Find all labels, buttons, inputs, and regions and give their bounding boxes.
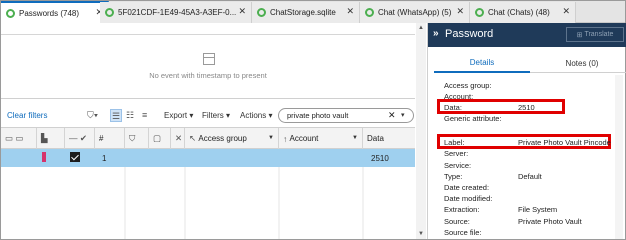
column-comment[interactable]: ▢ bbox=[149, 128, 171, 149]
column-bookmark[interactable]: ⛉ bbox=[125, 128, 149, 149]
prop-data-value: 2510 bbox=[518, 103, 535, 112]
column-checked[interactable]: — ✔ bbox=[65, 128, 95, 149]
tab-chat-whatsapp[interactable]: Chat (WhatsApp) (5) ✕ bbox=[360, 2, 470, 23]
column-account[interactable]: ↑ Account ▼ bbox=[279, 128, 363, 149]
close-icon[interactable]: ✕ bbox=[456, 6, 464, 17]
clear-filters-link[interactable]: Clear filters bbox=[7, 111, 47, 120]
details-tabs: Details Notes (0) bbox=[434, 53, 626, 73]
tab-label: Passwords (748) bbox=[19, 8, 80, 18]
search-input[interactable]: private photo vault ✕ ▾ bbox=[278, 108, 414, 123]
tag-filter-icon[interactable]: ⛉▾ bbox=[87, 109, 98, 122]
search-dropdown-icon[interactable]: ▾ bbox=[401, 111, 405, 119]
column-dropdown-icon[interactable]: ▼ bbox=[268, 135, 274, 141]
details-header: » Password ⊞ Translate bbox=[428, 23, 626, 47]
actions-menu[interactable]: Actions ▾ bbox=[240, 111, 272, 120]
tab-label: Chat (WhatsApp) (5) bbox=[378, 8, 452, 17]
clear-search-icon[interactable]: ✕ bbox=[388, 110, 396, 121]
details-title: Password bbox=[445, 28, 494, 40]
prop-date-created-label: Date created: bbox=[444, 183, 490, 192]
prop-extraction-label: Extraction: bbox=[444, 205, 480, 215]
search-value: private photo vault bbox=[287, 111, 349, 120]
column-folder-icons[interactable]: ▭ ▭ bbox=[1, 128, 37, 149]
status-circle-icon bbox=[257, 8, 266, 17]
prop-label-value: Private Photo Vault Pincode bbox=[518, 138, 611, 148]
prop-label-label: Label: bbox=[444, 138, 465, 148]
scroll-up-icon[interactable]: ▲ bbox=[418, 25, 424, 31]
tag-column-icon: ▙ bbox=[41, 133, 48, 143]
prop-server-label: Server: bbox=[444, 149, 469, 159]
close-icon[interactable]: ✕ bbox=[346, 6, 354, 17]
timeline-divider bbox=[1, 34, 415, 35]
details-scrollbar[interactable] bbox=[615, 75, 623, 239]
tag-icon: ⛉ bbox=[129, 133, 136, 143]
export-menu[interactable]: Export ▾ bbox=[164, 111, 193, 120]
arrow-icon: ↖ bbox=[189, 133, 197, 143]
properties-list: Access group: Account: Data: 2510 Generi… bbox=[434, 75, 624, 239]
prop-data-label: Data: bbox=[444, 103, 462, 112]
scroll-down-icon[interactable]: ▼ bbox=[418, 231, 424, 237]
prop-service-label: Service: bbox=[444, 160, 472, 170]
close-icon[interactable]: ✕ bbox=[562, 6, 570, 17]
tab-strip: Passwords (748) ✕ 5F021CDF-1E49-45A3-A3E… bbox=[1, 1, 625, 23]
properties-list-continued bbox=[434, 223, 624, 239]
row-checkbox[interactable] bbox=[70, 152, 80, 162]
prop-account-label: Account: bbox=[444, 91, 474, 101]
comment-icon: ▢ bbox=[153, 133, 162, 143]
compact-list-icon[interactable]: ☷ bbox=[126, 109, 134, 122]
column-access-group[interactable]: ↖ Access group ▼ bbox=[185, 128, 279, 149]
column-data[interactable]: Data bbox=[363, 128, 415, 149]
translate-button[interactable]: ⊞ Translate bbox=[566, 27, 624, 42]
prop-type-label: Type: bbox=[444, 171, 463, 181]
prop-type-value: Default bbox=[518, 171, 542, 181]
status-circle-icon bbox=[365, 8, 374, 17]
records-toolbar: Clear filters ⛉▾ ☰ ☷ ≡ Export ▾ Filters … bbox=[1, 106, 415, 125]
column-deleted[interactable]: ✕ bbox=[171, 128, 185, 149]
check-column-icon: — ✔ bbox=[69, 133, 87, 143]
timeline-panel: No event with timestamp to present bbox=[1, 23, 415, 99]
prop-generic-attribute-label: Generic attribute: bbox=[444, 114, 502, 124]
tab-chat-chats[interactable]: Chat (Chats) (48) ✕ bbox=[470, 2, 576, 23]
row-number: 1 bbox=[102, 153, 107, 163]
column-number[interactable]: # bbox=[95, 128, 125, 149]
tag-color-marker bbox=[42, 152, 46, 162]
tab-details[interactable]: Details bbox=[434, 53, 530, 73]
status-circle-icon bbox=[6, 8, 15, 18]
column-tags[interactable]: ▙ bbox=[37, 128, 65, 149]
tab-passwords[interactable]: Passwords (748) ✕ bbox=[1, 1, 109, 23]
details-pane: » Password ⊞ Translate Details Notes (0)… bbox=[427, 23, 626, 239]
prop-access-group-label: Access group: bbox=[444, 80, 492, 90]
tab-label: ChatStorage.sqlite bbox=[270, 8, 336, 17]
filters-menu[interactable]: Filters ▾ bbox=[202, 111, 230, 120]
list-view-icon[interactable]: ☰ bbox=[110, 109, 123, 122]
tab-label: Chat (Chats) (48) bbox=[488, 8, 550, 17]
status-circle-icon bbox=[105, 8, 114, 17]
sort-icon: ↑ bbox=[283, 133, 288, 144]
status-circle-icon bbox=[475, 8, 484, 17]
records-pane: No event with timestamp to present Clear… bbox=[1, 23, 415, 239]
tab-uuid[interactable]: 5F021CDF-1E49-45A3-A3EF-0... ✕ bbox=[100, 2, 252, 23]
calendar-icon bbox=[203, 53, 215, 65]
row-data: 2510 bbox=[371, 153, 389, 163]
prop-date-modified-label: Date modified: bbox=[444, 194, 493, 204]
prop-extraction-value: File System bbox=[518, 205, 558, 215]
folder-icon: ▭ ▭ bbox=[5, 133, 24, 143]
collapse-panel-icon[interactable]: » bbox=[433, 28, 439, 39]
close-icon[interactable]: ✕ bbox=[238, 6, 246, 17]
deleted-icon: ✕ bbox=[175, 133, 183, 143]
tab-notes[interactable]: Notes (0) bbox=[538, 53, 626, 73]
tab-chatstorage[interactable]: ChatStorage.sqlite ✕ bbox=[252, 2, 360, 23]
table-row[interactable]: 1 2510 bbox=[1, 149, 415, 167]
grid-column-lines bbox=[124, 167, 364, 239]
vertical-scrollbar[interactable]: ▲ ▼ bbox=[416, 23, 426, 239]
detail-list-icon[interactable]: ≡ bbox=[142, 109, 147, 122]
translate-icon: ⊞ bbox=[576, 31, 585, 39]
grid-header: ▭ ▭ ▙ — ✔ # ⛉ ▢ ✕ ↖ Access group ▼ ↑ Acc… bbox=[1, 127, 415, 149]
column-dropdown-icon[interactable]: ▼ bbox=[352, 135, 358, 141]
tab-label: 5F021CDF-1E49-45A3-A3EF-0... bbox=[118, 8, 237, 17]
timeline-empty-message: No event with timestamp to present bbox=[149, 71, 267, 80]
